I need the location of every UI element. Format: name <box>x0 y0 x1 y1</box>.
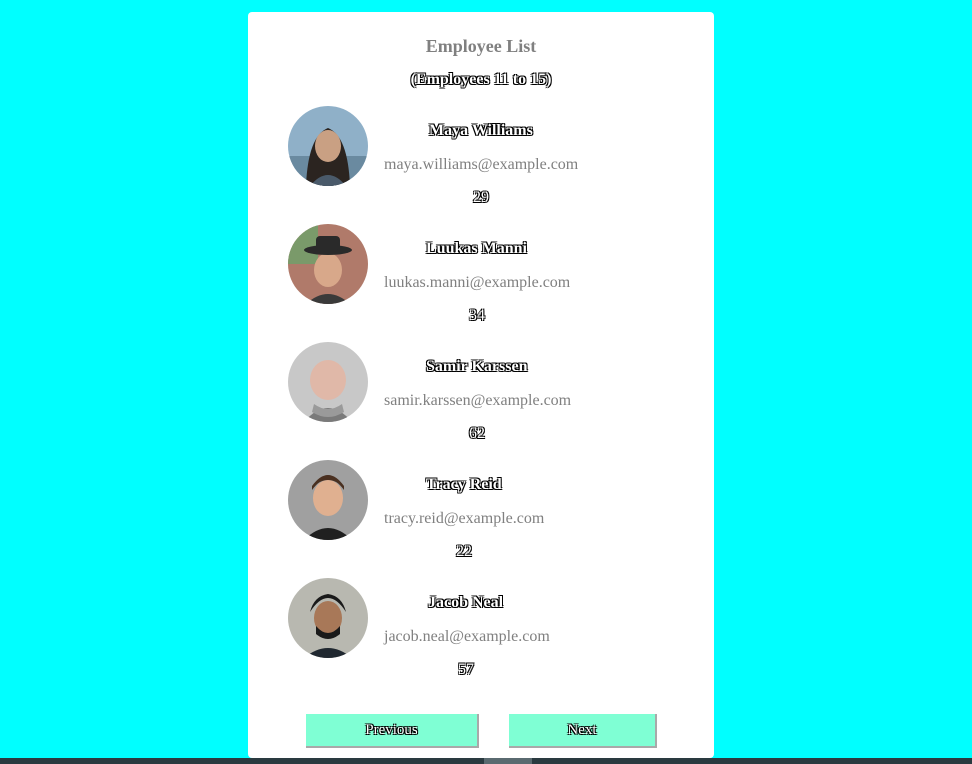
previous-button[interactable]: Previous <box>306 714 479 748</box>
avatar <box>288 578 368 658</box>
horizontal-scrollbar[interactable] <box>0 758 972 764</box>
list-item: Samir Karssen samir.karssen@example.com … <box>288 342 688 460</box>
avatar <box>288 342 368 422</box>
employee-age: 62 <box>469 425 485 442</box>
avatar <box>288 224 368 304</box>
employee-email: jacob.neal@example.com <box>384 628 550 645</box>
list-item: Tracy Reid tracy.reid@example.com 22 <box>288 460 688 578</box>
employee-name: Maya Williams <box>429 122 533 139</box>
employee-age: 29 <box>473 189 489 206</box>
avatar <box>288 460 368 540</box>
page-title: Employee List <box>425 36 537 56</box>
list-item: Maya Williams maya.williams@example.com … <box>288 106 688 224</box>
employee-name: Luukas Manni <box>426 240 527 257</box>
employee-age: 34 <box>469 307 485 324</box>
employee-name: Samir Karssen <box>426 358 528 375</box>
scrollbar-thumb[interactable] <box>484 758 532 764</box>
employee-card: Employee List (Employees 11 to 15) Maya … <box>248 12 714 758</box>
employee-email: luukas.manni@example.com <box>384 274 571 291</box>
page-subtitle: (Employees 11 to 15) <box>410 71 552 88</box>
employee-name: Jacob Neal <box>428 594 504 611</box>
employee-email: tracy.reid@example.com <box>384 510 545 527</box>
employee-age: 22 <box>456 543 472 560</box>
employee-email: maya.williams@example.com <box>384 156 579 173</box>
employee-name: Tracy Reid <box>426 476 502 493</box>
avatar <box>288 106 368 186</box>
next-button[interactable]: Next <box>509 714 657 748</box>
employee-age: 57 <box>458 661 474 678</box>
employee-email: samir.karssen@example.com <box>384 392 572 409</box>
list-item: Luukas Manni luukas.manni@example.com 34 <box>288 224 688 342</box>
list-item: Jacob Neal jacob.neal@example.com 57 <box>288 578 688 696</box>
